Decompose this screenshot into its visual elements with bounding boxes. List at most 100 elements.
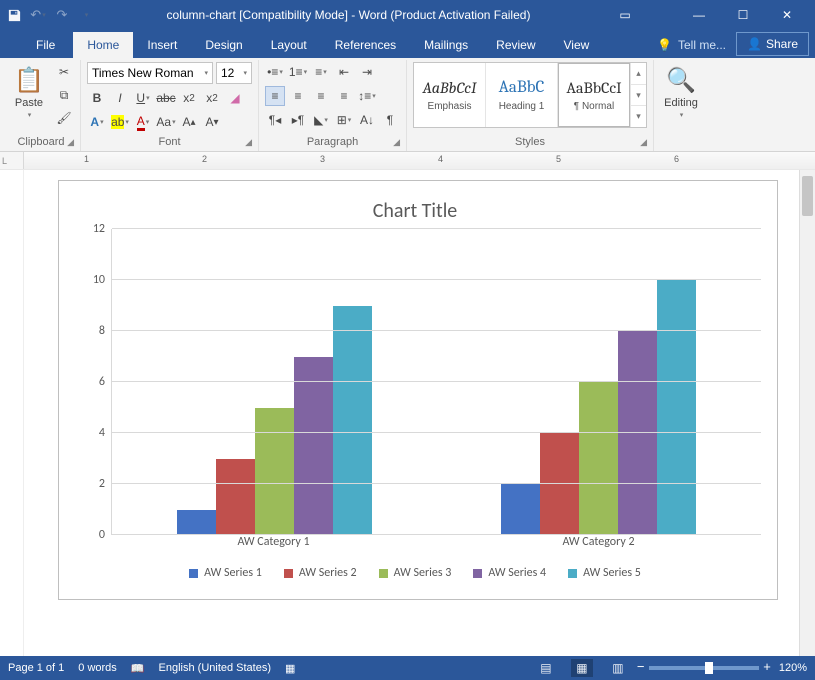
group-paragraph: •≡▾ 1≡▾ ≡▾ ⇤ ⇥ ≡ ≡ ≡ ≡ ↕≡▾ ¶◂ ▸¶ ◣▾ bbox=[259, 60, 407, 151]
bullets-button[interactable]: •≡▾ bbox=[265, 62, 285, 82]
editing-button[interactable]: 🔍 Editing ▾ bbox=[660, 62, 702, 119]
style-heading1[interactable]: AaBbC Heading 1 bbox=[486, 63, 558, 127]
copy-icon: ⧉ bbox=[60, 88, 69, 103]
tab-insert[interactable]: Insert bbox=[133, 32, 191, 58]
chart-object[interactable]: Chart Title 024681012 AW Category 1AW Ca… bbox=[58, 180, 778, 600]
legend-item: AW Series 3 bbox=[379, 566, 452, 580]
numbering-button[interactable]: 1≡▾ bbox=[288, 62, 308, 82]
justify-button[interactable]: ≡ bbox=[334, 86, 354, 106]
format-painter-button[interactable]: 🖌 bbox=[54, 108, 74, 128]
bold-button[interactable]: B bbox=[87, 88, 107, 108]
superscript-button[interactable]: x2 bbox=[202, 88, 222, 108]
zoom-out-icon[interactable]: − bbox=[637, 659, 645, 674]
zoom-slider[interactable]: − + bbox=[649, 666, 759, 670]
change-case-button[interactable]: Aa▾ bbox=[156, 112, 176, 132]
redo-icon[interactable]: ↷ bbox=[54, 7, 70, 23]
vertical-ruler[interactable] bbox=[0, 170, 24, 660]
font-color-button[interactable]: A▾ bbox=[133, 112, 153, 132]
highlight-button[interactable]: ab▾ bbox=[110, 112, 130, 132]
style-sample: AaBbCcI bbox=[423, 79, 477, 97]
styles-dialog-icon[interactable]: ◢ bbox=[640, 137, 647, 148]
cut-button[interactable]: ✂ bbox=[54, 62, 74, 82]
legend-swatch-icon bbox=[568, 569, 577, 578]
read-mode-button[interactable]: ▤ bbox=[535, 659, 557, 677]
minimize-button[interactable]: — bbox=[677, 0, 721, 30]
decrease-indent-button[interactable]: ⇤ bbox=[334, 62, 354, 82]
subscript-button[interactable]: x2 bbox=[179, 88, 199, 108]
paste-button[interactable]: 📋 Paste ▾ bbox=[8, 62, 50, 119]
tell-me-search[interactable]: 💡 Tell me... bbox=[647, 32, 736, 58]
zoom-percent[interactable]: 120% bbox=[779, 662, 807, 674]
qat-customize-icon[interactable]: ▾ bbox=[78, 7, 94, 23]
share-button[interactable]: 👤 Share bbox=[736, 32, 809, 56]
multilevel-button[interactable]: ≡▾ bbox=[311, 62, 331, 82]
clear-formatting-button[interactable]: ◢ bbox=[225, 88, 245, 108]
web-layout-button[interactable]: ▥ bbox=[607, 659, 629, 677]
scrollbar-thumb[interactable] bbox=[802, 176, 813, 216]
macro-icon[interactable]: ▦ bbox=[285, 662, 295, 675]
legend-label: AW Series 4 bbox=[488, 566, 546, 580]
zoom-in-icon[interactable]: + bbox=[763, 659, 771, 674]
underline-button[interactable]: U▾ bbox=[133, 88, 153, 108]
increase-indent-button[interactable]: ⇥ bbox=[357, 62, 377, 82]
copy-button[interactable]: ⧉ bbox=[54, 85, 74, 105]
tab-view[interactable]: View bbox=[550, 32, 604, 58]
borders-button[interactable]: ⊞▾ bbox=[334, 110, 354, 130]
ltr-button[interactable]: ¶◂ bbox=[265, 110, 285, 130]
tab-layout[interactable]: Layout bbox=[257, 32, 321, 58]
tab-review[interactable]: Review bbox=[482, 32, 549, 58]
paste-label: Paste bbox=[15, 97, 43, 109]
tab-file[interactable]: File bbox=[18, 32, 73, 58]
shading-button[interactable]: ◣▾ bbox=[311, 110, 331, 130]
print-layout-button[interactable]: ▦ bbox=[571, 659, 593, 677]
bar bbox=[501, 484, 540, 535]
shrink-font-button[interactable]: A▾ bbox=[202, 112, 222, 132]
vertical-scrollbar[interactable] bbox=[799, 170, 815, 660]
style-emphasis[interactable]: AaBbCcI Emphasis bbox=[414, 63, 486, 127]
bars-layer bbox=[112, 229, 761, 535]
legend-label: AW Series 3 bbox=[394, 566, 452, 580]
align-left-button[interactable]: ≡ bbox=[265, 86, 285, 106]
word-count[interactable]: 0 words bbox=[78, 662, 117, 674]
text-effects-button[interactable]: A▾ bbox=[87, 112, 107, 132]
strikethrough-button[interactable]: abc bbox=[156, 88, 176, 108]
grow-font-button[interactable]: A▴ bbox=[179, 112, 199, 132]
sort-button[interactable]: A↓ bbox=[357, 110, 377, 130]
spellcheck-icon[interactable]: 📖 bbox=[131, 662, 145, 675]
font-name-select[interactable]: Times New Roman▾ bbox=[87, 62, 213, 84]
ruler-tab-selector[interactable]: L bbox=[0, 152, 24, 169]
tab-home[interactable]: Home bbox=[73, 32, 133, 58]
ribbon-display-icon[interactable]: ▭ bbox=[603, 0, 647, 30]
maximize-button[interactable]: ☐ bbox=[721, 0, 765, 30]
tab-mailings[interactable]: Mailings bbox=[410, 32, 482, 58]
editing-group-label bbox=[660, 146, 702, 151]
undo-icon[interactable]: ↶▾ bbox=[30, 7, 46, 23]
style-up-icon[interactable]: ▴ bbox=[631, 63, 646, 85]
close-button[interactable]: ✕ bbox=[765, 0, 809, 30]
line-spacing-button[interactable]: ↕≡▾ bbox=[357, 86, 377, 106]
font-dialog-icon[interactable]: ◢ bbox=[245, 137, 252, 148]
show-marks-button[interactable]: ¶ bbox=[380, 110, 400, 130]
legend-item: AW Series 2 bbox=[284, 566, 357, 580]
align-center-button[interactable]: ≡ bbox=[288, 86, 308, 106]
style-more-icon[interactable]: ▾ bbox=[631, 106, 646, 127]
plot-grid bbox=[111, 229, 761, 535]
style-name: Emphasis bbox=[428, 101, 472, 112]
style-normal[interactable]: AaBbCcI ¶ Normal bbox=[558, 63, 630, 127]
align-right-button[interactable]: ≡ bbox=[311, 86, 331, 106]
paragraph-dialog-icon[interactable]: ◢ bbox=[393, 137, 400, 148]
font-size-select[interactable]: 12▾ bbox=[216, 62, 252, 84]
page-indicator[interactable]: Page 1 of 1 bbox=[8, 662, 64, 674]
clipboard-dialog-icon[interactable]: ◢ bbox=[67, 137, 74, 148]
style-down-icon[interactable]: ▾ bbox=[631, 85, 646, 107]
page-viewport[interactable]: Chart Title 024681012 AW Category 1AW Ca… bbox=[24, 170, 799, 660]
language-indicator[interactable]: English (United States) bbox=[159, 662, 272, 674]
horizontal-ruler[interactable]: L 123456 bbox=[0, 152, 815, 170]
tab-design[interactable]: Design bbox=[191, 32, 256, 58]
save-icon[interactable] bbox=[6, 7, 22, 23]
paint-bucket-icon: ◣ bbox=[314, 113, 323, 127]
zoom-knob[interactable] bbox=[705, 662, 713, 674]
tab-references[interactable]: References bbox=[321, 32, 410, 58]
italic-button[interactable]: I bbox=[110, 88, 130, 108]
rtl-button[interactable]: ▸¶ bbox=[288, 110, 308, 130]
